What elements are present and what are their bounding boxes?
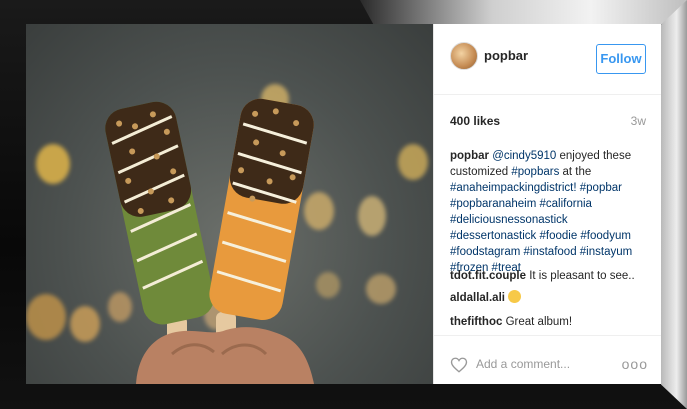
add-comment-input[interactable]: Add a comment... xyxy=(476,357,570,371)
screen: popbar Follow 400 likes 3w popbar @cindy… xyxy=(26,24,661,384)
post-caption: popbar @cindy5910 enjoyed these customiz… xyxy=(450,148,650,276)
post-age: 3w xyxy=(630,114,646,128)
smiley-emoji xyxy=(507,290,521,303)
post-sidebar: popbar Follow 400 likes 3w popbar @cindy… xyxy=(433,24,661,384)
more-options-button[interactable]: ooo xyxy=(622,356,648,372)
comment-username[interactable]: tdot.fit.couple xyxy=(450,270,526,282)
popsicles-illustration xyxy=(105,98,314,384)
follow-button[interactable]: Follow xyxy=(596,44,646,74)
hand xyxy=(136,327,314,384)
post-header: popbar Follow xyxy=(434,24,661,95)
post-username[interactable]: popbar xyxy=(484,48,528,63)
matcha-popsicle xyxy=(105,101,214,325)
caption-mention[interactable]: @cindy5910 xyxy=(492,150,556,162)
likes-row: 400 likes 3w xyxy=(450,114,646,132)
comment-text: It is pleasant to see.. xyxy=(526,270,635,282)
post-photo[interactable] xyxy=(26,24,433,384)
avatar[interactable] xyxy=(450,42,478,70)
comment-item: thefifthoc Great album! xyxy=(450,314,650,328)
comment-text: Great album! xyxy=(502,316,573,328)
heart-icon[interactable] xyxy=(450,356,468,374)
caption-hashtag[interactable]: #popbars xyxy=(511,166,559,178)
likes-count[interactable]: 400 likes xyxy=(450,114,500,128)
caption-text: at the xyxy=(559,166,592,178)
mango-popsicle xyxy=(209,98,314,321)
caption-username[interactable]: popbar xyxy=(450,150,489,162)
comment-username[interactable]: aldallal.ali xyxy=(450,292,505,304)
comment-item: tdot.fit.couple It is pleasant to see.. xyxy=(450,268,650,284)
post-footer: Add a comment... ooo xyxy=(434,335,661,384)
frame-edge xyxy=(661,0,687,409)
comment-username[interactable]: thefifthoc xyxy=(450,316,502,328)
comment-item: aldallal.ali xyxy=(450,290,650,306)
frame-glare xyxy=(360,0,687,24)
caption-hashtags[interactable]: #anaheimpackingdistrict! #popbar #popbar… xyxy=(450,182,632,274)
